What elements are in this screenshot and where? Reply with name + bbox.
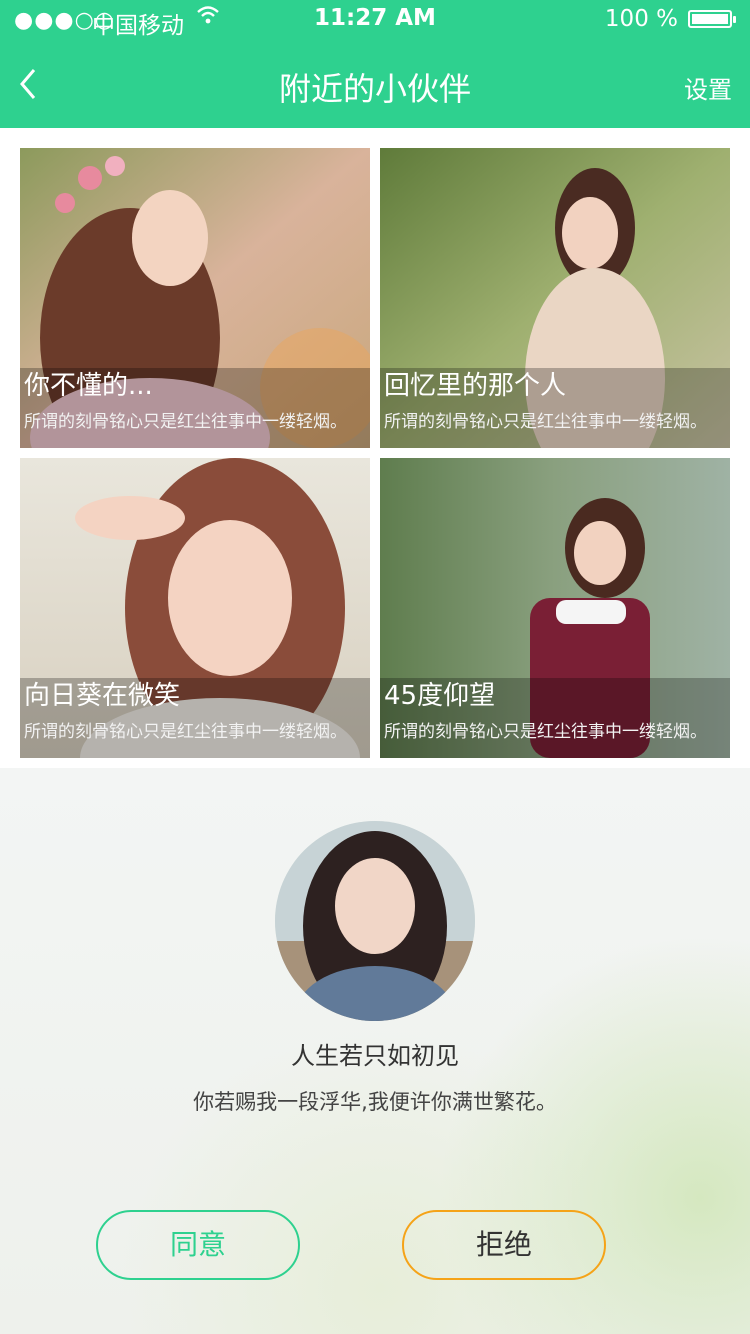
match-title: 人生若只如初见 — [291, 1042, 459, 1070]
battery-icon — [688, 10, 736, 28]
card-subtitle: 所谓的刻骨铭心只是红尘往事中一缕轻烟。 — [384, 722, 707, 742]
card-subtitle: 所谓的刻骨铭心只是红尘往事中一缕轻烟。 — [384, 412, 707, 432]
battery-fill — [692, 14, 728, 24]
profile-card[interactable]: 你不懂的... 所谓的刻骨铭心只是红尘往事中一缕轻烟。 — [20, 148, 370, 448]
page-title: 附近的小伙伴 — [278, 70, 471, 108]
card-title: 45度仰望 — [384, 681, 496, 711]
card-title: 向日葵在微笑 — [24, 681, 181, 711]
status-bar: ●●●○○ 中国移动 11:27 AM 100 % — [0, 0, 750, 40]
settings-button[interactable]: 设置 — [684, 70, 732, 105]
match-message: 你若赐我一段浮华,我便许你满世繁花。 — [193, 1090, 557, 1114]
card-title: 你不懂的... — [24, 371, 153, 401]
card-subtitle: 所谓的刻骨铭心只是红尘往事中一缕轻烟。 — [24, 412, 347, 432]
profile-card[interactable]: 45度仰望 所谓的刻骨铭心只是红尘往事中一缕轻烟。 — [380, 458, 730, 758]
match-request-panel: 人生若只如初见 你若赐我一段浮华,我便许你满世繁花。 同意 拒绝 — [0, 768, 750, 1334]
agree-button[interactable]: 同意 — [96, 1210, 300, 1280]
battery-percent: 100 % — [604, 6, 678, 32]
avatar — [275, 821, 475, 1021]
nav-bar: ●●●○○ 中国移动 11:27 AM 100 % 附近的小伙伴 设置 — [0, 0, 750, 128]
card-subtitle: 所谓的刻骨铭心只是红尘往事中一缕轻烟。 — [24, 722, 347, 742]
profile-card[interactable]: 回忆里的那个人 所谓的刻骨铭心只是红尘往事中一缕轻烟。 — [380, 148, 730, 448]
reject-button[interactable]: 拒绝 — [402, 1210, 606, 1280]
profile-card[interactable]: 向日葵在微笑 所谓的刻骨铭心只是红尘往事中一缕轻烟。 — [20, 458, 370, 758]
nearby-grid: 你不懂的... 所谓的刻骨铭心只是红尘往事中一缕轻烟。 回忆里的那个人 所谓的刻… — [0, 128, 750, 768]
card-title: 回忆里的那个人 — [384, 371, 567, 401]
